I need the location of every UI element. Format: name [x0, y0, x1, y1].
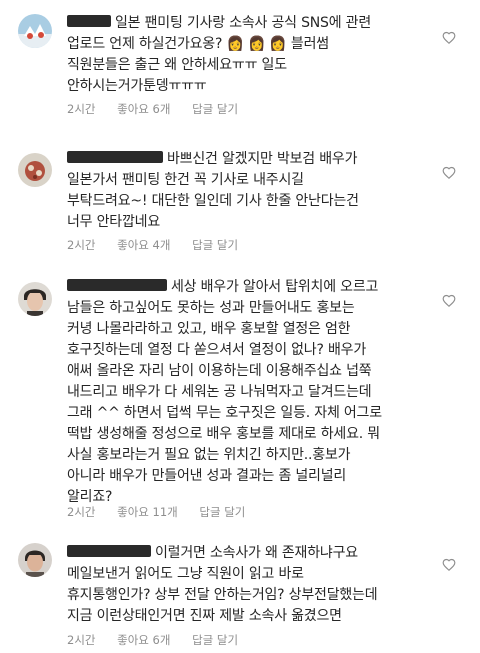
comment-meta: 2시간 좋아요 11개 답글 달기 [67, 504, 263, 520]
comment-line: 지금 이런상태인거면 진짜 제발 소속사 옮겼으면 [67, 608, 342, 624]
like-count[interactable]: 좋아요 11개 [117, 505, 178, 519]
comment-line: 일본가서 팬미팅 한건 꼭 기사로 내주시길 [67, 172, 304, 188]
like-count[interactable]: 좋아요 4개 [117, 238, 170, 252]
heart-icon[interactable] [442, 166, 456, 180]
comment-line: 내드리고 배우가 다 세워논 공 나눠먹자고 달겨드는데 [67, 384, 372, 400]
comment-feed: 일본 팬미팅 기사랑 소속사 공식 SNS에 관련 업로드 언제 하실건가요옹?… [0, 0, 480, 653]
heart-icon[interactable] [442, 31, 456, 45]
username[interactable] [67, 151, 163, 163]
comment-line: 업로드 언제 하실건가요옹? 👩 👩 👩 블러썸 [67, 36, 329, 52]
comment-text: 바쁘신건 알겠지만 박보검 배우가 일본가서 팬미팅 한건 꼭 기사로 내주시길… [67, 149, 439, 233]
heart-icon[interactable] [442, 294, 456, 308]
reply-button[interactable]: 답글 달기 [192, 633, 238, 647]
comment-line: 직원분들은 출근 왜 안하세요ㅠㅠ 일도 [67, 57, 287, 73]
comment-line: 부탁드려요~! 대단한 일인데 기사 한줄 안난다는건 [67, 193, 359, 209]
comment-text: 이럴거면 소속사가 왜 존재하냐구요 메일보낸거 읽어도 그냥 직원이 읽고 바… [67, 543, 439, 627]
comment-meta: 2시간 좋아요 4개 답글 달기 [67, 237, 256, 253]
reply-button[interactable]: 답글 달기 [199, 505, 245, 519]
username[interactable] [67, 279, 167, 291]
comment-time: 2시간 [67, 633, 96, 647]
comment-line: 애써 올라온 자리 남이 이용하는데 이용해주십쇼 넙쭉 [67, 363, 372, 379]
heart-icon[interactable] [442, 558, 456, 572]
avatar[interactable] [18, 282, 52, 316]
comment-line: 이럴거면 소속사가 왜 존재하냐구요 [155, 545, 358, 561]
comment-line: 그래 ^^ 하면서 덥썩 무는 호구짓은 일등. 자체 어그로 [67, 405, 382, 421]
avatar-image [18, 543, 52, 577]
comment-line: 아니라 배우가 만들어낸 성과 결과는 좀 널리널리 [67, 468, 347, 484]
avatar[interactable] [18, 14, 52, 48]
comment-line: 안하시는거가툰뎅ㅠㅠㅠ [67, 78, 207, 94]
comment-text: 일본 팬미팅 기사랑 소속사 공식 SNS에 관련 업로드 언제 하실건가요옹?… [67, 13, 439, 97]
comment-line: 남들은 하고싶어도 못하는 성과 만들어내도 홍보는 [67, 300, 355, 316]
comment-line: 일본 팬미팅 기사랑 소속사 공식 SNS에 관련 [115, 15, 372, 31]
username[interactable] [67, 545, 151, 557]
comment-time: 2시간 [67, 238, 96, 252]
comment-line: 떡밥 생성해줄 정성으로 배우 홍보를 제대로 하세요. 뭐 [67, 426, 380, 442]
like-count[interactable]: 좋아요 6개 [117, 102, 170, 116]
reply-button[interactable]: 답글 달기 [192, 238, 238, 252]
comment-line: 너무 안타깝네요 [67, 214, 161, 230]
comment-meta: 2시간 좋아요 6개 답글 달기 [67, 101, 256, 117]
username[interactable] [67, 15, 111, 27]
comment-line: 호구짓하는데 열정 다 쏟으셔서 열정이 없나? 배우가 [67, 342, 367, 358]
avatar[interactable] [18, 543, 52, 577]
comment-line: 세상 배우가 알아서 탑위치에 오르고 [171, 279, 379, 295]
comment-meta: 2시간 좋아요 6개 답글 달기 [67, 632, 256, 648]
comment-line: 바쁘신건 알겠지만 박보검 배우가 [167, 151, 358, 167]
avatar-image [18, 153, 52, 187]
comment-line: 메일보낸거 읽어도 그냥 직원이 읽고 바로 [67, 566, 304, 582]
avatar-image [18, 282, 52, 316]
comment-time: 2시간 [67, 102, 96, 116]
avatar-image [18, 14, 52, 48]
comment-time: 2시간 [67, 505, 96, 519]
like-count[interactable]: 좋아요 6개 [117, 633, 170, 647]
avatar[interactable] [18, 153, 52, 187]
comment-line: 휴지통행인가? 상부 전달 안하는거임? 상부전달했는데 [67, 587, 378, 603]
reply-button[interactable]: 답글 달기 [192, 102, 238, 116]
comment-line: 커녕 나몰라라하고 있고, 배우 홍보할 열정은 엄한 [67, 321, 351, 337]
comment-line: 사실 홍보라는거 필요 없는 위치긴 하지만..홍보가 [67, 447, 351, 463]
comment-text: 세상 배우가 알아서 탑위치에 오르고 남들은 하고싶어도 못하는 성과 만들어… [67, 277, 439, 508]
